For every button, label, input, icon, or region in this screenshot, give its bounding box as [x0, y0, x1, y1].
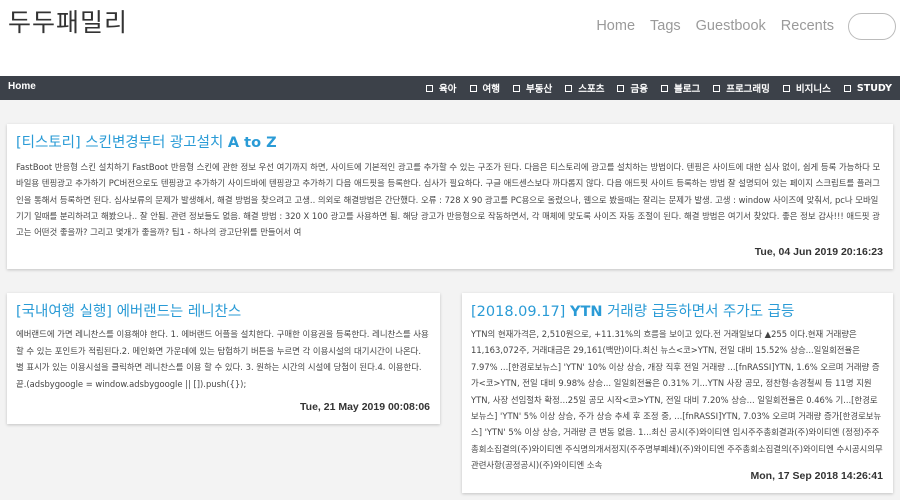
- post-excerpt: FastBoot 반응형 스킨 설치하기 FastBoot 반응형 스킨에 관한…: [16, 162, 881, 238]
- nav-item-label: STUDY: [856, 82, 892, 94]
- square-icon: [469, 84, 477, 92]
- post-title[interactable]: [국내여행 실행] 에버랜드는 레니찬스: [16, 300, 431, 321]
- nav-item-finance[interactable]: 금융: [617, 81, 648, 95]
- nav-item-business[interactable]: 비지니스: [782, 81, 831, 95]
- nav-item-study[interactable]: STUDY: [843, 81, 892, 95]
- top-link-home[interactable]: Home: [596, 18, 635, 34]
- square-icon: [843, 84, 851, 92]
- top-links: Home Tags Guestbook Recents: [581, 18, 834, 34]
- nav-item-label: 부동산: [526, 84, 553, 95]
- nav-item-realestate[interactable]: 부동산: [513, 81, 552, 95]
- nav-item-label: 비지니스: [795, 84, 831, 95]
- post-date: Mon, 17 Sep 2018 14:26:41: [750, 470, 884, 482]
- top-link-tags[interactable]: Tags: [650, 18, 681, 34]
- nav-item-label: 육아: [439, 84, 457, 95]
- post-title-text: 거래량 급등하면서 주가도 급등: [602, 304, 795, 320]
- nav-item-label: 스포츠: [578, 84, 605, 95]
- nav-item-label: 블로그: [673, 84, 701, 95]
- nav-item-travel[interactable]: 여행: [469, 81, 501, 95]
- square-icon: [426, 84, 434, 92]
- post-date: Tue, 04 Jun 2019 20:16:23: [754, 246, 883, 258]
- nav-item-programming[interactable]: 프로그래밍: [713, 81, 770, 95]
- post-title[interactable]: [티스토리] 스킨변경부터 광고설치 A to Z: [16, 131, 884, 152]
- nav-item-blog[interactable]: 블로그: [660, 81, 701, 95]
- nav-item-label: 여행: [482, 84, 501, 95]
- post-title-text: [티스토리] 스킨변경부터 광고설치: [16, 135, 228, 151]
- category-navbar: Home 육아 여행 부동산 스포츠 금융 블로그 프로그래밍 비지니스 STU…: [0, 76, 900, 100]
- site-title[interactable]: 두두패밀리: [8, 3, 128, 39]
- nav-menu: 육아 여행 부동산 스포츠 금융 블로그 프로그래밍 비지니스 STUDY: [413, 81, 892, 95]
- nav-item-label: 프로그래밍: [726, 84, 770, 95]
- post-card: [티스토리] 스킨변경부터 광고설치 A to Z FastBoot 반응형 스…: [7, 124, 893, 269]
- square-icon: [617, 84, 625, 92]
- post-title-text: [국내여행 실행] 에버랜드는 레니찬스: [16, 304, 242, 320]
- top-link-recents[interactable]: Recents: [781, 18, 834, 34]
- nav-item-sports[interactable]: 스포츠: [565, 81, 604, 95]
- search-input[interactable]: [848, 13, 896, 40]
- post-title-bold: YTN: [569, 304, 603, 320]
- nav-item-parenting[interactable]: 육아: [426, 81, 457, 95]
- post-date: Tue, 21 May 2019 00:08:06: [300, 401, 430, 413]
- square-icon: [782, 84, 790, 92]
- post-title-bold: A to Z: [227, 135, 277, 151]
- post-excerpt: YTN의 현재가격은, 2,510원으로, +11.31%의 흐름을 보이고 있…: [471, 329, 883, 471]
- post-title-text: [2018.09.17]: [471, 304, 570, 320]
- nav-home[interactable]: Home: [8, 81, 36, 92]
- post-card: [2018.09.17] YTN 거래량 급등하면서 주가도 급등 YTN의 현…: [462, 293, 893, 493]
- square-icon: [565, 84, 573, 92]
- top-link-guestbook[interactable]: Guestbook: [696, 18, 766, 34]
- post-title[interactable]: [2018.09.17] YTN 거래량 급등하면서 주가도 급등: [471, 300, 884, 321]
- square-icon: [713, 84, 721, 92]
- square-icon: [513, 84, 521, 92]
- nav-item-label: 금융: [630, 84, 648, 95]
- post-excerpt: 에버랜드에 가면 레니찬스를 이용해야 한다. 1. 에버랜드 어플을 설치한다…: [16, 329, 429, 389]
- post-card: [국내여행 실행] 에버랜드는 레니찬스 에버랜드에 가면 레니찬스를 이용해야…: [7, 293, 440, 424]
- square-icon: [660, 84, 668, 92]
- site-header: 두두패밀리 Home Tags Guestbook Recents: [0, 0, 900, 76]
